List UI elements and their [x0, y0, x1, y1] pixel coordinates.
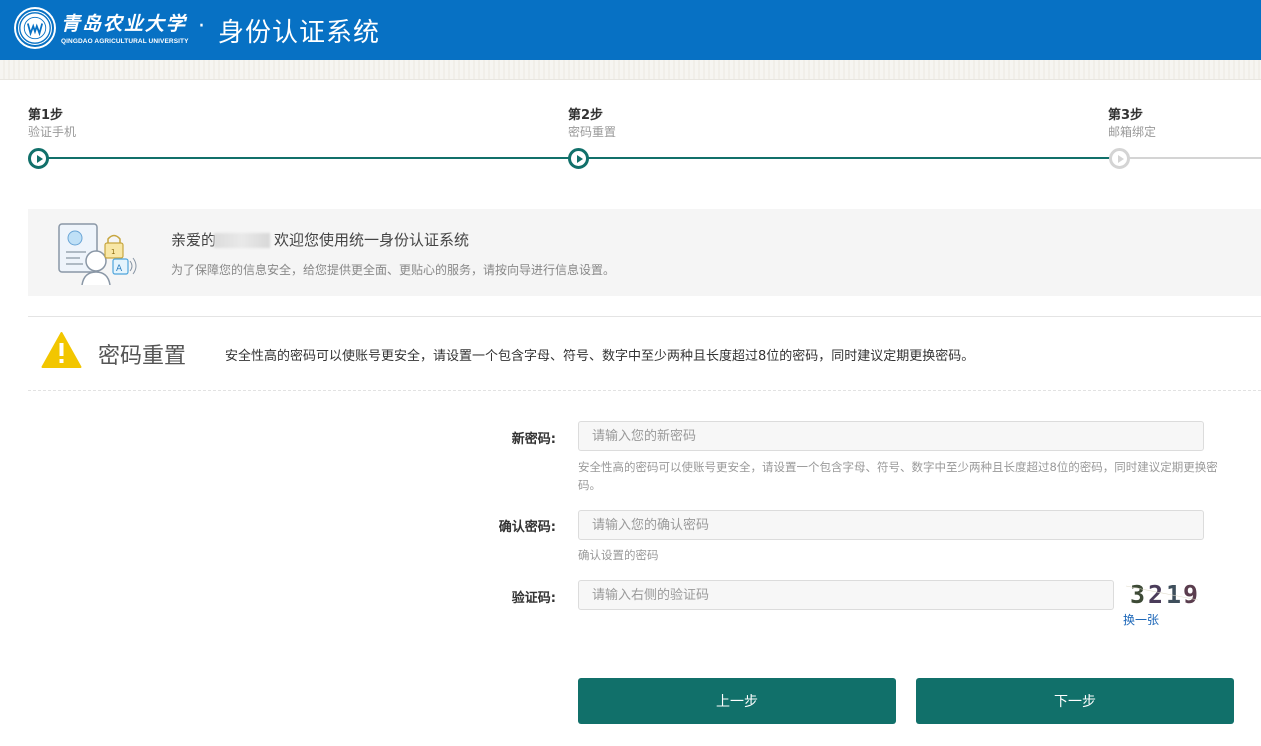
new-password-label: 新密码:	[511, 432, 556, 447]
svg-text:2: 2	[1148, 580, 1163, 608]
step-1-node-icon	[28, 148, 49, 169]
welcome-panel: 1 A 亲爱的 欢迎您使用统一身份认证系统 为了保障您的信息安全，给您提供更全面、…	[28, 209, 1261, 296]
university-seal-icon	[16, 9, 54, 47]
step-connector-3	[1128, 157, 1261, 159]
svg-text:1: 1	[111, 248, 115, 256]
confirm-password-input[interactable]	[578, 510, 1204, 540]
section-description: 安全性高的密码可以使账号更安全，请设置一个包含字母、符号、数字中至少两种且长度超…	[225, 349, 975, 364]
new-password-input[interactable]	[578, 421, 1204, 451]
header-separator: ·	[198, 14, 205, 39]
university-logo-text: 青岛农业大学	[61, 13, 188, 35]
header-texture-band	[0, 60, 1261, 80]
next-step-button[interactable]: 下一步	[916, 678, 1234, 724]
confirm-password-help: 确认设置的密码	[578, 548, 659, 562]
svg-text:3: 3	[1130, 580, 1145, 608]
top-header: 青岛农业大学 QINGDAO AGRICULTURAL UNIVERSITY ·…	[0, 0, 1261, 60]
step-3-label: 第3步	[1108, 108, 1144, 123]
step-3-node-icon	[1109, 148, 1130, 169]
step-2-label: 第2步	[568, 108, 604, 123]
welcome-greeting: 亲爱的 欢迎您使用统一身份认证系统	[171, 229, 469, 250]
system-title: 身份认证系统	[218, 18, 381, 48]
greeting-suffix: 欢迎您使用统一身份认证系统	[274, 231, 470, 249]
svg-text:A: A	[116, 264, 123, 274]
university-logo-english: QINGDAO AGRICULTURAL UNIVERSITY	[61, 38, 189, 45]
step-1-label: 第1步	[28, 108, 64, 123]
dashed-divider	[28, 390, 1261, 391]
step-3-sub: 邮箱绑定	[1108, 125, 1157, 139]
step-connector-1	[48, 157, 570, 159]
step-1-sub: 验证手机	[28, 125, 77, 139]
captcha-input[interactable]	[578, 580, 1114, 610]
user-security-illustration-icon: 1 A	[56, 221, 144, 286]
new-password-help: 安全性高的密码可以使账号更安全，请设置一个包含字母、符号、数字中至少两种且长度超…	[578, 460, 1218, 492]
section-divider	[28, 316, 1261, 317]
captcha-label: 验证码:	[511, 591, 556, 606]
prev-step-button[interactable]: 上一步	[578, 678, 896, 724]
section-title: 密码重置	[98, 344, 187, 369]
step-connector-2	[588, 157, 1110, 159]
greeting-prefix: 亲爱的	[171, 231, 217, 249]
step-2-node-icon	[568, 148, 589, 169]
captcha-image[interactable]: 3 2 1 9	[1124, 580, 1200, 609]
redacted-username	[214, 233, 271, 248]
warning-icon	[41, 331, 82, 369]
refresh-captcha-link[interactable]: 换一张	[1123, 611, 1159, 628]
svg-text:9: 9	[1183, 580, 1198, 608]
confirm-password-label: 确认密码:	[498, 520, 556, 535]
step-2-sub: 密码重置	[568, 125, 617, 139]
welcome-subtitle: 为了保障您的信息安全，给您提供更全面、更贴心的服务，请按向导进行信息设置。	[171, 263, 616, 277]
